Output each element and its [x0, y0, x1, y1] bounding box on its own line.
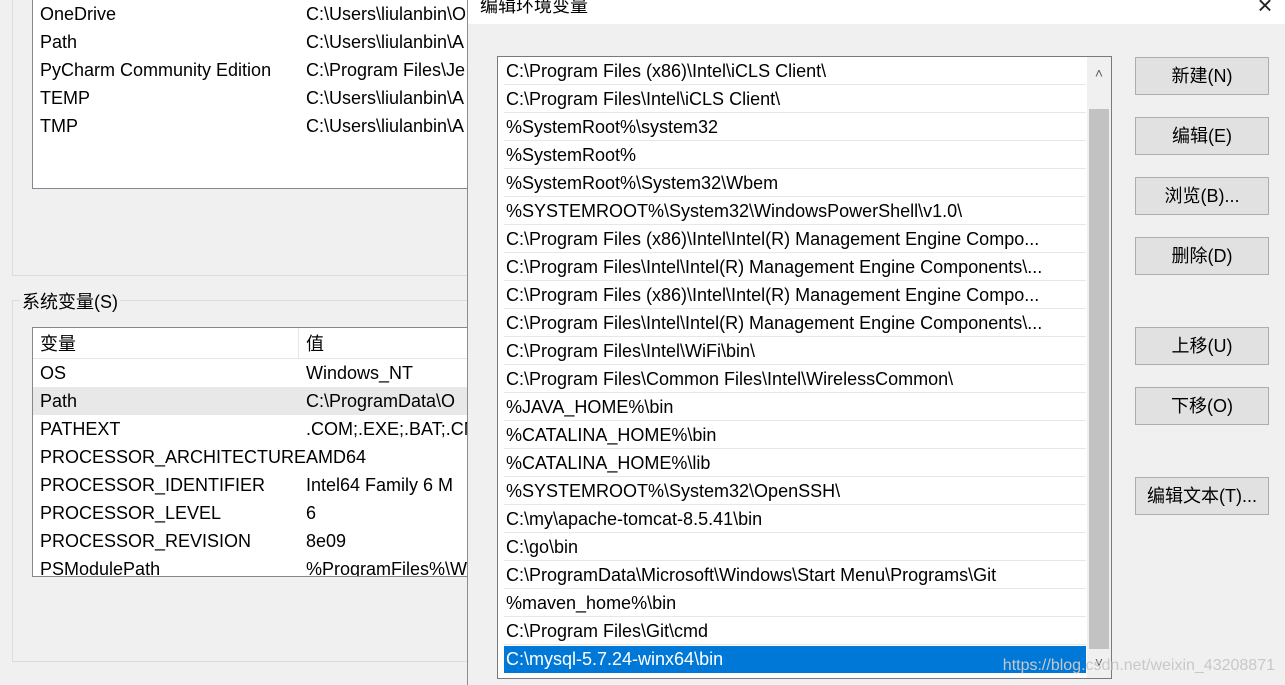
variable-name: OS — [40, 363, 67, 383]
variable-row[interactable]: Path C:\Users\liulanbin\A — [33, 28, 473, 56]
path-entry[interactable]: C:\go\bin — [504, 534, 1086, 561]
close-icon[interactable]: × — [1250, 0, 1280, 20]
variable-row[interactable]: PyCharm Community Edition C:\Program File… — [33, 56, 473, 84]
variable-value: C:\ProgramData\O — [306, 391, 456, 411]
system-variables-header: 变量 值 — [33, 328, 473, 359]
browse-button[interactable]: 浏览(B)... — [1135, 177, 1269, 215]
path-entry[interactable]: C:\Program Files\Intel\WiFi\bin\ — [504, 338, 1086, 365]
variable-value: C:\Users\liulanbin\A — [306, 116, 465, 136]
variable-value: C:\Users\liulanbin\A — [306, 32, 465, 52]
variable-value: .COM;.EXE;.BAT;.CM — [306, 419, 474, 439]
path-entry[interactable]: %SystemRoot%\System32\Wbem — [504, 170, 1086, 197]
path-entry[interactable]: C:\my\apache-tomcat-8.5.41\bin — [504, 506, 1086, 533]
path-entry[interactable]: %SYSTEMROOT%\System32\OpenSSH\ — [504, 478, 1086, 505]
path-entry[interactable]: C:\Program Files (x86)\Intel\iCLS Client… — [504, 58, 1086, 85]
path-entries-list[interactable]: C:\Program Files (x86)\Intel\iCLS Client… — [497, 56, 1112, 679]
variable-name: PROCESSOR_ARCHITECTURE — [40, 447, 307, 467]
path-entry[interactable]: %CATALINA_HOME%\lib — [504, 450, 1086, 477]
variable-value: 6 — [306, 503, 317, 523]
column-header-value[interactable]: 值 — [306, 328, 324, 360]
variable-row[interactable]: PROCESSOR_LEVEL 6 — [33, 499, 473, 527]
path-entry[interactable]: %SystemRoot%\system32 — [504, 114, 1086, 141]
dialog-title: 编辑环境变量 — [480, 0, 588, 16]
variable-name: Path — [40, 32, 78, 52]
dialog-title-bar[interactable]: 编辑环境变量 × — [468, 0, 1285, 24]
variable-value: C:\Users\liulanbin\A — [306, 88, 465, 108]
path-entry[interactable]: C:\Program Files\Common Files\Intel\Wire… — [504, 366, 1086, 393]
variable-name: PROCESSOR_REVISION — [40, 531, 252, 551]
variable-name: OneDrive — [40, 4, 117, 24]
scrollbar-thumb[interactable] — [1089, 109, 1109, 649]
variable-row[interactable]: PROCESSOR_REVISION 8e09 — [33, 527, 473, 555]
variable-value: C:\Users\liulanbin\O — [306, 4, 467, 24]
system-variables-label: 系统变量(S) — [20, 288, 120, 314]
variable-name: PROCESSOR_LEVEL — [40, 503, 222, 523]
variable-value: Windows_NT — [306, 363, 414, 383]
path-entry[interactable]: %SystemRoot% — [504, 142, 1086, 169]
variable-row[interactable]: PSModulePath %ProgramFiles%\W — [33, 555, 473, 577]
variable-name: PROCESSOR_IDENTIFIER — [40, 475, 266, 495]
vertical-scrollbar[interactable]: ˄ ˅ — [1087, 57, 1111, 678]
path-entry[interactable]: %JAVA_HOME%\bin — [504, 394, 1086, 421]
variable-value: AMD64 — [306, 447, 367, 467]
move-down-button[interactable]: 下移(O) — [1135, 387, 1269, 425]
user-variables-list[interactable]: OneDrive C:\Users\liulanbin\O Path C:\Users… — [32, 0, 474, 189]
variable-row[interactable]: PROCESSOR_IDENTIFIER Intel64 Family 6 M — [33, 471, 473, 499]
path-entry[interactable]: C:\Program Files\Intel\Intel(R) Manageme… — [504, 254, 1086, 281]
system-variables-list[interactable]: 变量 值 OS Windows_NT Path C:\ProgramData\O PAT… — [32, 327, 474, 577]
variable-row[interactable]: Path C:\ProgramData\O — [33, 387, 473, 415]
variable-name: PATHEXT — [40, 419, 121, 439]
path-entry[interactable]: C:\Program Files\Intel\iCLS Client\ — [504, 86, 1086, 113]
variable-name: TEMP — [40, 88, 91, 108]
move-up-button[interactable]: 上移(U) — [1135, 327, 1269, 365]
variable-value: C:\Program Files\Je — [306, 60, 466, 80]
path-entry[interactable]: C:\Program Files\Git\cmd — [504, 618, 1086, 645]
variable-row[interactable]: OS Windows_NT — [33, 359, 473, 387]
path-entry[interactable]: C:\Program Files (x86)\Intel\Intel(R) Ma… — [504, 226, 1086, 253]
variable-value: 8e09 — [306, 531, 347, 551]
path-entry[interactable]: C:\ProgramData\Microsoft\Windows\Start M… — [504, 562, 1086, 589]
path-entry[interactable]: %CATALINA_HOME%\bin — [504, 422, 1086, 449]
edit-text-button[interactable]: 编辑文本(T)... — [1135, 477, 1269, 515]
path-entry[interactable]: C:\Program Files\Intel\Intel(R) Manageme… — [504, 310, 1086, 337]
scroll-up-icon[interactable]: ˄ — [1087, 57, 1111, 89]
variable-row[interactable]: PROCESSOR_ARCHITECTURE AMD64 — [33, 443, 473, 471]
edit-button[interactable]: 编辑(E) — [1135, 117, 1269, 155]
path-entry[interactable]: C:\Program Files (x86)\Intel\Intel(R) Ma… — [504, 282, 1086, 309]
variable-row[interactable]: TMP C:\Users\liulanbin\A — [33, 112, 473, 140]
variable-value: Intel64 Family 6 M — [306, 475, 454, 495]
path-entry[interactable]: C:\mysql-5.7.24-winx64\bin — [504, 646, 1086, 673]
new-button[interactable]: 新建(N) — [1135, 57, 1269, 95]
variable-value: %ProgramFiles%\W — [306, 559, 468, 577]
path-entry[interactable]: %maven_home%\bin — [504, 590, 1086, 617]
variable-row[interactable]: OneDrive C:\Users\liulanbin\O — [33, 0, 473, 28]
variable-name: Path — [40, 391, 78, 411]
variable-name: PyCharm Community Edition — [40, 60, 272, 80]
variable-name: PSModulePath — [40, 559, 161, 577]
variable-row[interactable]: TEMP C:\Users\liulanbin\A — [33, 84, 473, 112]
watermark-text: https://blog.csdn.net/weixin_43208871 — [1002, 657, 1275, 674]
column-separator[interactable] — [298, 328, 299, 358]
path-entry[interactable]: %SYSTEMROOT%\System32\WindowsPowerShell\… — [504, 198, 1086, 225]
variable-row[interactable]: PATHEXT .COM;.EXE;.BAT;.CM — [33, 415, 473, 443]
delete-button[interactable]: 删除(D) — [1135, 237, 1269, 275]
column-header-variable[interactable]: 变量 — [40, 328, 76, 360]
variable-name: TMP — [40, 116, 78, 136]
edit-environment-variable-dialog: 编辑环境变量 × C:\Program Files (x86)\Intel\iC… — [467, 0, 1285, 685]
